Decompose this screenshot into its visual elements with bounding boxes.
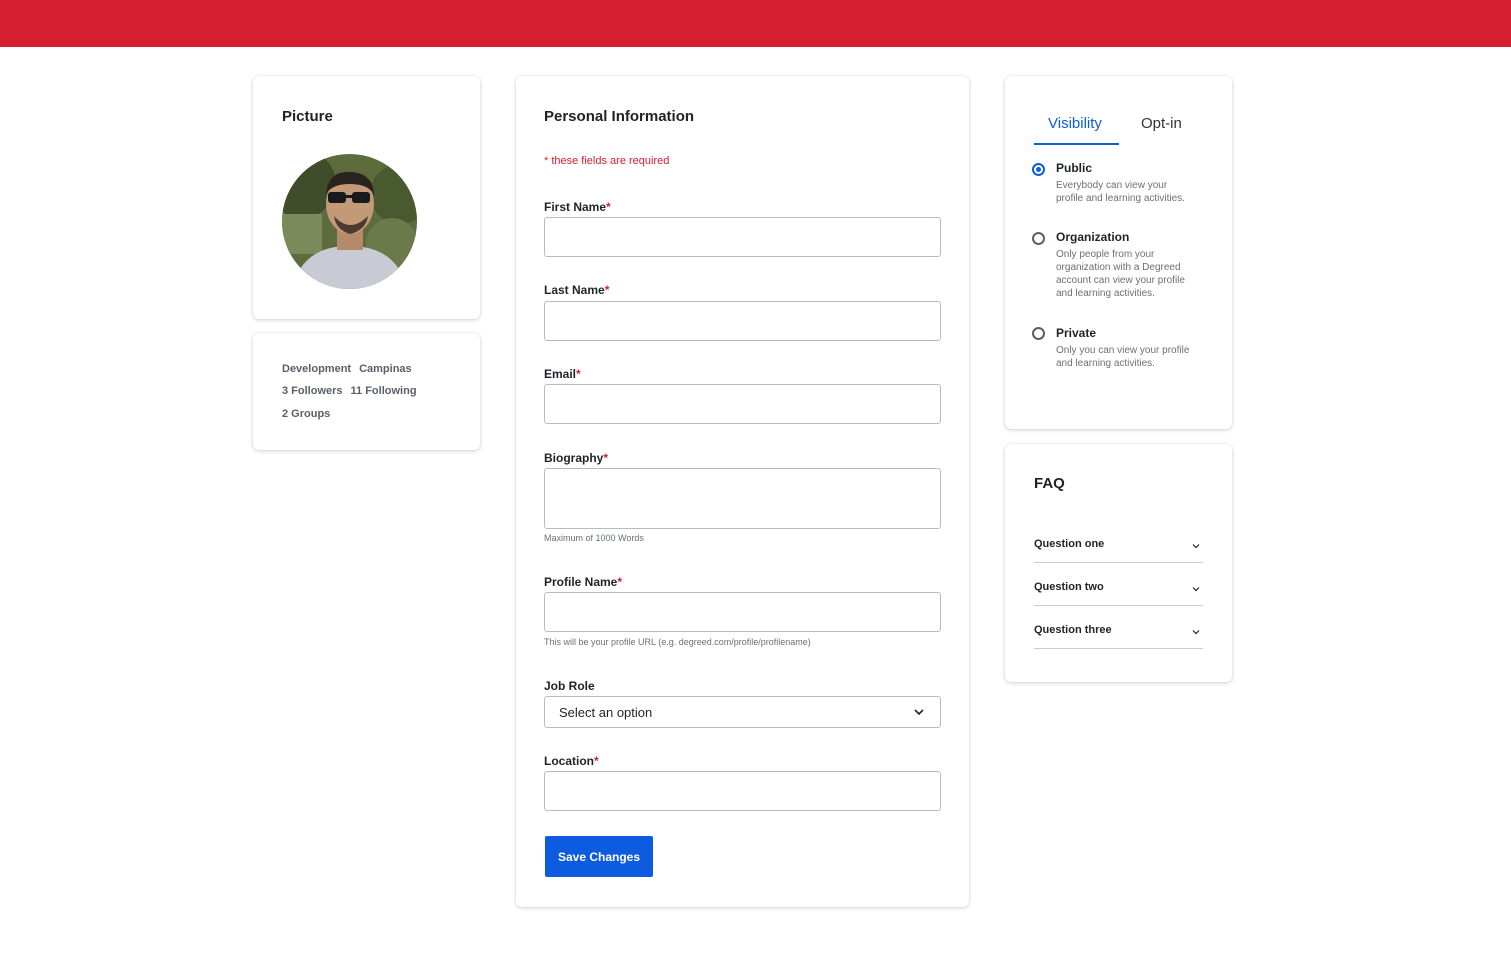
radio-public[interactable] — [1032, 163, 1045, 176]
department-label: Development — [282, 363, 352, 375]
faq-question: Question two — [1034, 581, 1104, 593]
profile-name-label: Profile Name* — [544, 575, 623, 589]
stats-card: Development Campinas 3 Followers 11 Follow… — [253, 333, 480, 450]
tab-opt-in[interactable]: Opt-in — [1141, 115, 1182, 132]
picture-card: Picture — [253, 76, 480, 319]
email-input[interactable] — [544, 384, 941, 424]
chevron-down-icon — [1192, 630, 1200, 635]
job-role-label: Job Role — [544, 679, 595, 693]
personal-info-title: Personal Information — [544, 108, 695, 125]
job-role-selected-value: Select an option — [559, 705, 653, 720]
option-organization-desc: Only people from your organization with … — [1056, 249, 1185, 299]
faq-card: FAQ Question one Question two Question t… — [1005, 444, 1232, 682]
tab-visibility[interactable]: Visibility — [1048, 115, 1102, 132]
option-private-desc: Only you can view your profile and learn… — [1056, 345, 1190, 369]
profile-name-input[interactable] — [544, 592, 941, 632]
first-name-label: First Name* — [544, 200, 611, 214]
top-bar — [0, 0, 1511, 47]
chevron-down-icon — [914, 709, 924, 716]
faq-item[interactable]: Question three — [1034, 606, 1203, 649]
last-name-label: Last Name* — [544, 283, 610, 297]
faq-item[interactable]: Question two — [1034, 563, 1203, 606]
faq-title: FAQ — [1034, 475, 1065, 492]
biography-hint: Maximum of 1000 Words — [544, 533, 644, 543]
option-public-desc: Everybody can view your profile and lear… — [1056, 180, 1185, 204]
faq-question: Question one — [1034, 538, 1105, 550]
following-link[interactable]: 11 Following — [351, 385, 417, 397]
job-role-select[interactable]: Select an option — [544, 696, 941, 728]
email-label: Email* — [544, 367, 581, 381]
active-tab-indicator — [1034, 143, 1119, 145]
visibility-card: Visibility Opt-in Public Everybody can v… — [1005, 76, 1232, 429]
biography-label: Biography* — [544, 451, 609, 465]
radio-private[interactable] — [1032, 327, 1045, 340]
option-public-title: Public — [1056, 161, 1093, 175]
location-label: Campinas — [359, 363, 412, 375]
avatar-image — [282, 154, 417, 289]
option-organization-title: Organization — [1056, 230, 1130, 244]
groups-link[interactable]: 2 Groups — [282, 408, 330, 420]
biography-textarea[interactable] — [544, 468, 941, 529]
followers-link[interactable]: 3 Followers — [282, 385, 343, 397]
chevron-down-icon — [1192, 544, 1200, 549]
stats-line-department-location: Development Campinas — [282, 363, 412, 375]
faq-question: Question three — [1034, 624, 1112, 636]
stats-line-groups: 2 Groups — [282, 408, 330, 420]
chevron-down-icon — [1192, 587, 1200, 592]
option-private-title: Private — [1056, 326, 1097, 340]
avatar[interactable] — [282, 154, 417, 289]
personal-info-card: Personal Information * these fields are … — [516, 76, 969, 907]
profile-name-hint: This will be your profile URL (e.g. degr… — [544, 637, 811, 647]
faq-item[interactable]: Question one — [1034, 520, 1203, 563]
picture-card-title: Picture — [282, 108, 333, 125]
location-input[interactable] — [544, 771, 941, 811]
stats-line-follow: 3 Followers 11 Following — [282, 385, 417, 397]
location-label: Location* — [544, 754, 599, 768]
radio-organization[interactable] — [1032, 232, 1045, 245]
save-changes-button[interactable]: Save Changes — [545, 836, 653, 877]
required-note: * these fields are required — [544, 155, 670, 167]
first-name-input[interactable] — [544, 217, 941, 257]
last-name-input[interactable] — [544, 301, 941, 341]
